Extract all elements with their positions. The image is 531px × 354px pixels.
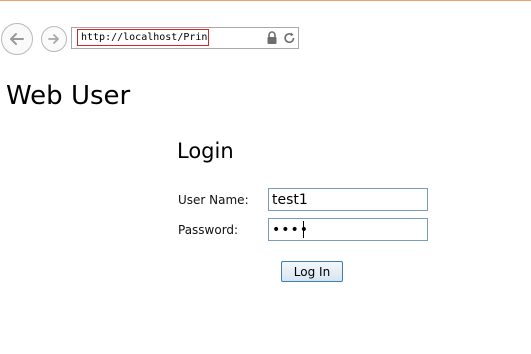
window-top-border — [0, 0, 531, 1]
refresh-icon[interactable] — [283, 31, 296, 45]
back-arrow-icon — [10, 33, 24, 45]
login-heading: Login — [177, 139, 234, 163]
site-title: Web User — [6, 81, 131, 111]
lock-icon — [267, 31, 277, 44]
text-cursor — [303, 221, 304, 238]
address-bar[interactable]: http://localhost/PrintJob — [71, 27, 299, 49]
log-in-button[interactable]: Log In — [281, 261, 343, 282]
forward-arrow-icon — [48, 34, 59, 44]
username-input[interactable] — [268, 188, 428, 211]
password-label: Password: — [178, 223, 239, 237]
forward-button[interactable] — [41, 26, 67, 52]
username-label: User Name: — [178, 193, 249, 207]
password-input[interactable] — [268, 218, 428, 241]
url-text[interactable]: http://localhost/PrintJob — [77, 29, 209, 46]
back-button[interactable] — [1, 23, 33, 55]
